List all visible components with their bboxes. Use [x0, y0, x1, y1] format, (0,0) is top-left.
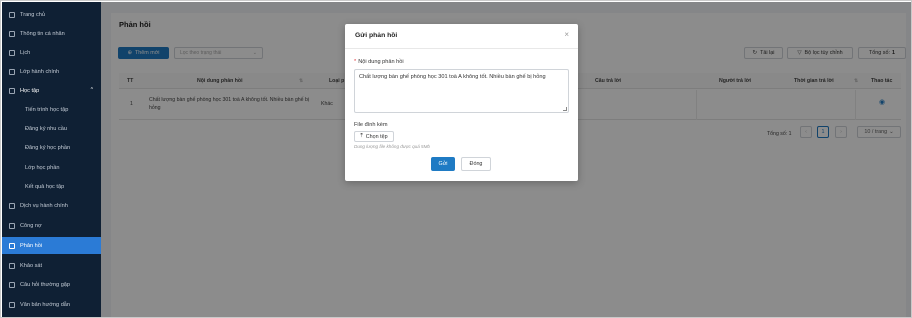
file-size-hint: Dung lượng file không được quá 5Mb [354, 144, 430, 149]
calendar-icon [9, 49, 15, 56]
sidebar-item-home[interactable]: Trang chủ [2, 6, 101, 23]
sidebar-item-faq[interactable]: Câu hỏi thường gặp [2, 276, 101, 293]
close-modal-button[interactable]: Đóng [461, 157, 491, 171]
content-field-label-text: Nội dung phản hồi [358, 59, 404, 65]
sidebar-item-label: Thông tin cá nhân [20, 30, 65, 37]
debt-icon [9, 222, 15, 229]
sidebar-item-label: Dịch vụ hành chính [20, 202, 68, 209]
sidebar-item-study[interactable]: Học tập ^ [2, 82, 101, 99]
sidebar-item-guides[interactable]: Văn bản hướng dẫn [2, 296, 101, 313]
upload-icon: ⤒ [360, 133, 363, 139]
sidebar-item-debt[interactable]: Công nợ [2, 217, 101, 234]
sidebar-item-label: Khảo sát [20, 262, 43, 269]
document-icon [9, 301, 15, 308]
sidebar-item-label: Lớp học phần [25, 164, 60, 171]
sidebar-item-survey[interactable]: Khảo sát [2, 257, 101, 274]
sidebar-item-label: Công nợ [20, 222, 42, 229]
content-field-label: * Nội dung phản hồi [354, 59, 404, 65]
sidebar-item-admin-services[interactable]: Dịch vụ hành chính [2, 197, 101, 214]
sidebar-item-label: Lịch [20, 49, 31, 56]
feedback-modal: Gửi phản hồi × * Nội dung phản hồi Chất l… [345, 24, 578, 181]
close-icon[interactable]: × [564, 30, 569, 39]
service-icon [9, 202, 15, 209]
modal-title: Gửi phản hồi [355, 32, 398, 39]
required-asterisk: * [354, 59, 357, 65]
sidebar-item-study-progress[interactable]: Tiến trình học tập [2, 101, 101, 118]
sidebar-item-label: Lớp hành chính [20, 68, 60, 75]
home-icon [9, 11, 15, 18]
sidebar-item-profile[interactable]: Thông tin cá nhân [2, 25, 101, 42]
sidebar-item-label: Đăng ký học phần [25, 144, 71, 151]
sidebar-item-calendar[interactable]: Lịch [2, 44, 101, 61]
submit-button[interactable]: Gửi [431, 157, 455, 171]
question-icon [9, 281, 15, 288]
sidebar-item-register-course[interactable]: Đăng ký học phần [2, 139, 101, 156]
sidebar-item-feedback[interactable]: Phản hồi [2, 237, 101, 254]
sidebar-item-label: Học tập [20, 87, 40, 94]
sidebar-item-register-demand[interactable]: Đăng ký nhu cầu [2, 120, 101, 137]
class-icon [9, 68, 15, 75]
app-frame: Trang chủ Thông tin cá nhân Lịch Lớp hàn… [0, 0, 912, 318]
sidebar-item-label: Trang chủ [20, 11, 45, 18]
sidebar-item-label: Văn bản hướng dẫn [20, 301, 71, 308]
sidebar-item-course-class[interactable]: Lớp học phần [2, 159, 101, 176]
resize-handle[interactable] [563, 107, 567, 111]
sidebar: Trang chủ Thông tin cá nhân Lịch Lớp hàn… [2, 2, 101, 317]
sidebar-item-label: Tiến trình học tập [25, 106, 69, 113]
chevron-up-icon: ^ [90, 87, 93, 93]
sidebar-item-label: Đăng ký nhu cầu [25, 125, 67, 132]
sidebar-item-label: Phản hồi [20, 242, 43, 249]
attachment-label: File đính kèm [354, 122, 388, 128]
content-textarea[interactable]: Chất lượng bàn ghế phòng học 301 toà A k… [354, 69, 569, 113]
survey-icon [9, 262, 15, 269]
id-card-icon [9, 30, 15, 37]
pen-icon [9, 87, 15, 94]
sidebar-item-label: Câu hỏi thường gặp [20, 281, 71, 288]
choose-file-button[interactable]: ⤒ Chọn tệp [354, 131, 394, 142]
content-textarea-value: Chất lượng bàn ghế phòng học 301 toà A k… [359, 74, 546, 80]
feedback-icon [9, 242, 15, 249]
choose-file-button-label: Chọn tệp [365, 133, 388, 140]
sidebar-item-label: Kết quả học tập [25, 183, 65, 190]
modal-divider [345, 48, 578, 49]
sidebar-item-admin-class[interactable]: Lớp hành chính [2, 63, 101, 80]
sidebar-item-results[interactable]: Kết quả học tập [2, 178, 101, 195]
